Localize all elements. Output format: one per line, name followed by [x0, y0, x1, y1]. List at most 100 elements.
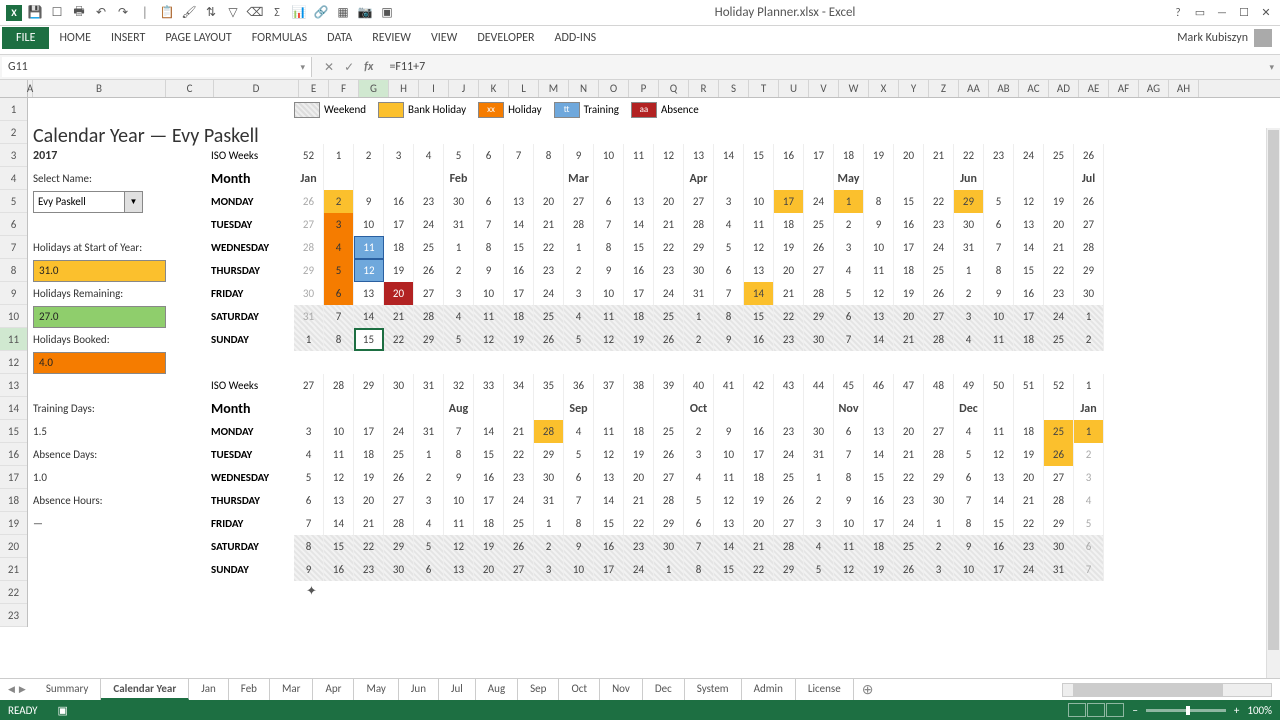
calendar-day-cell[interactable]: 4 [444, 305, 474, 328]
calendar-day-cell[interactable]: 24 [1014, 558, 1044, 581]
sheet-nav-next-icon[interactable]: ▶ [19, 684, 26, 695]
calendar-day-cell[interactable]: 30 [654, 535, 684, 558]
row-header-15[interactable]: 15 [0, 420, 27, 443]
calendar-day-cell[interactable]: 23 [894, 489, 924, 512]
calendar-day-cell[interactable]: 11 [444, 512, 474, 535]
col-header-H[interactable]: H [389, 80, 419, 97]
calendar-day-cell[interactable]: 8 [474, 236, 504, 259]
calendar-day-cell[interactable]: 10 [954, 558, 984, 581]
maximize-icon[interactable]: ☐ [1234, 4, 1254, 22]
ribbon-tab-insert[interactable]: INSERT [101, 27, 155, 49]
calendar-day-cell[interactable]: 16 [624, 259, 654, 282]
calendar-day-cell[interactable]: 3 [564, 282, 594, 305]
calendar-day-cell[interactable]: 25 [414, 236, 444, 259]
calendar-day-cell[interactable]: 12 [984, 443, 1014, 466]
select-all-corner[interactable] [0, 80, 28, 97]
formula-input[interactable]: =F11+7 [383, 58, 1263, 76]
calendar-day-cell[interactable]: 22 [1044, 259, 1074, 282]
calendar-day-cell[interactable]: 3 [714, 190, 744, 213]
calendar-day-cell[interactable]: 8 [294, 535, 324, 558]
calendar-day-cell[interactable]: 12 [1014, 190, 1044, 213]
calendar-day-cell[interactable]: 21 [384, 305, 414, 328]
calendar-day-cell[interactable]: 12 [474, 328, 504, 351]
calendar-day-cell[interactable]: 13 [444, 558, 474, 581]
col-header-M[interactable]: M [539, 80, 569, 97]
calendar-day-cell[interactable]: 8 [444, 443, 474, 466]
calendar-day-cell[interactable]: 23 [924, 213, 954, 236]
calendar-day-cell[interactable]: 20 [624, 466, 654, 489]
calendar-day-cell[interactable]: 7 [984, 236, 1014, 259]
row-header-13[interactable]: 13 [0, 374, 27, 397]
minimize-icon[interactable]: — [1212, 4, 1232, 22]
calendar-day-cell[interactable]: 19 [864, 558, 894, 581]
filter-icon[interactable]: ▽ [224, 4, 242, 22]
calendar-day-cell[interactable]: 9 [984, 282, 1014, 305]
calendar-day-cell[interactable]: 9 [714, 420, 744, 443]
calendar-day-cell[interactable]: 15 [324, 535, 354, 558]
col-header-V[interactable]: V [809, 80, 839, 97]
calendar-day-cell[interactable]: 3 [804, 512, 834, 535]
col-header-AH[interactable]: AH [1169, 80, 1199, 97]
calendar-day-cell[interactable]: 12 [714, 489, 744, 512]
calendar-day-cell[interactable]: 23 [1014, 535, 1044, 558]
calendar-day-cell[interactable]: 28 [294, 236, 324, 259]
sheet-tab-admin[interactable]: Admin [742, 679, 796, 700]
row-header-6[interactable]: 6 [0, 213, 27, 236]
calendar-day-cell[interactable]: 29 [294, 259, 324, 282]
row-header-2[interactable]: 2 [0, 121, 27, 144]
calendar-day-cell[interactable]: 2 [954, 282, 984, 305]
calendar-day-cell[interactable]: 27 [924, 420, 954, 443]
calendar-day-cell[interactable]: 28 [1074, 236, 1104, 259]
calendar-day-cell[interactable]: 3 [1074, 466, 1104, 489]
calendar-day-cell[interactable]: 16 [744, 328, 774, 351]
calendar-day-cell[interactable]: 11 [984, 328, 1014, 351]
calendar-day-cell[interactable]: 14 [504, 213, 534, 236]
calendar-day-cell[interactable]: 30 [804, 420, 834, 443]
calendar-day-cell[interactable]: 19 [1014, 443, 1044, 466]
calendar-day-cell[interactable]: 9 [564, 535, 594, 558]
calendar-day-cell[interactable]: 26 [924, 282, 954, 305]
col-header-N[interactable]: N [569, 80, 599, 97]
calendar-day-cell[interactable]: 14 [594, 489, 624, 512]
calendar-day-cell[interactable]: 28 [384, 512, 414, 535]
calendar-day-cell[interactable]: 4 [804, 535, 834, 558]
calendar-day-cell[interactable]: 25 [654, 420, 684, 443]
col-header-O[interactable]: O [599, 80, 629, 97]
row-header-23[interactable]: 23 [0, 604, 27, 627]
calendar-day-cell[interactable]: 14 [744, 282, 774, 305]
sheet-nav-prev-icon[interactable]: ◀ [8, 684, 15, 695]
calendar-day-cell[interactable]: 13 [744, 259, 774, 282]
calendar-day-cell[interactable]: 27 [294, 213, 324, 236]
calendar-day-cell[interactable]: 18 [384, 236, 414, 259]
calendar-day-cell[interactable]: 10 [984, 305, 1014, 328]
link-icon[interactable]: 🔗 [312, 4, 330, 22]
sheet-tab-license[interactable]: License [796, 679, 854, 700]
calendar-day-cell[interactable]: 1 [294, 328, 324, 351]
calendar-day-cell[interactable]: 25 [654, 305, 684, 328]
col-header-G[interactable]: G [359, 80, 389, 97]
calendar-day-cell[interactable]: 31 [804, 443, 834, 466]
calendar-day-cell[interactable]: 15 [714, 558, 744, 581]
calendar-day-cell[interactable]: 21 [354, 512, 384, 535]
col-header-P[interactable]: P [629, 80, 659, 97]
camera-icon[interactable]: 📷 [356, 4, 374, 22]
calendar-day-cell[interactable]: 7 [834, 328, 864, 351]
calendar-day-cell[interactable]: 26 [804, 236, 834, 259]
calendar-day-cell[interactable]: 15 [504, 236, 534, 259]
calendar-day-cell[interactable]: 26 [504, 535, 534, 558]
macro-icon[interactable]: ▣ [378, 4, 396, 22]
calendar-day-cell[interactable]: 16 [984, 535, 1014, 558]
calendar-day-cell[interactable]: 11 [324, 443, 354, 466]
calendar-day-cell[interactable]: 20 [654, 190, 684, 213]
calendar-day-cell[interactable]: 4 [564, 420, 594, 443]
calendar-day-cell[interactable]: 20 [894, 420, 924, 443]
calendar-day-cell[interactable]: 4 [564, 305, 594, 328]
sheet-tab-jan[interactable]: Jan [189, 679, 229, 700]
calendar-day-cell[interactable]: 28 [564, 213, 594, 236]
calendar-day-cell[interactable]: 7 [834, 443, 864, 466]
calendar-day-cell[interactable]: 8 [714, 305, 744, 328]
ribbon-tab-review[interactable]: REVIEW [362, 27, 421, 49]
sheet-tab-jun[interactable]: Jun [399, 679, 439, 700]
col-header-I[interactable]: I [419, 80, 449, 97]
horizontal-scrollbar[interactable] [1062, 683, 1272, 697]
